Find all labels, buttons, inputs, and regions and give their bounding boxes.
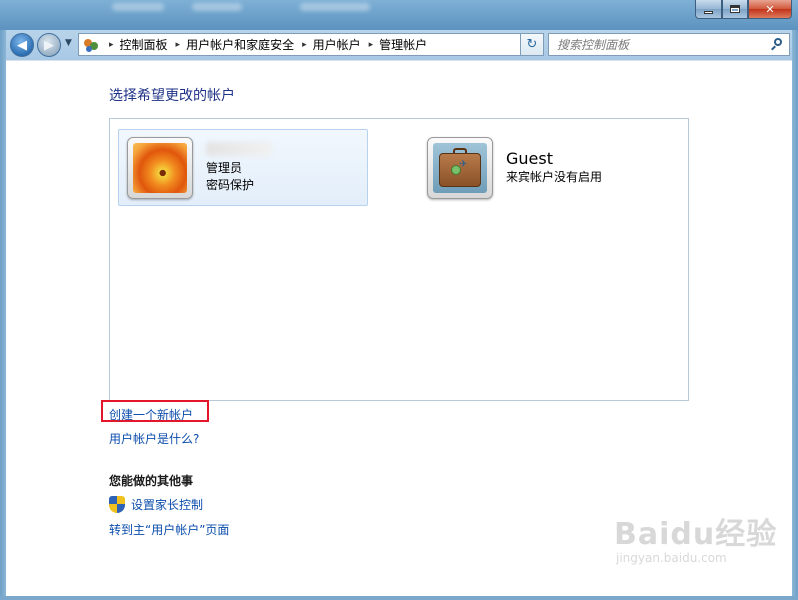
uac-shield-icon <box>109 496 125 513</box>
flower-avatar-icon <box>133 142 187 193</box>
user-accounts-icon <box>83 37 101 53</box>
back-arrow-icon: ◀ <box>17 37 27 53</box>
other-tasks-heading: 您能做的其他事 <box>109 474 194 488</box>
watermark: Baidu经验 jingyan.baidu.com <box>614 509 777 565</box>
forward-button[interactable]: ▶ <box>37 33 61 57</box>
avatar <box>127 136 193 199</box>
page-heading: 选择希望更改的帐户 <box>109 88 235 104</box>
title-blur <box>192 3 242 11</box>
refresh-icon: ↻ <box>526 37 538 52</box>
window-frame-bottom <box>0 596 798 600</box>
breadcrumb-control-panel[interactable]: 控制面板 <box>120 36 168 53</box>
account-name-redacted <box>206 141 272 156</box>
search-input[interactable] <box>557 37 757 52</box>
account-status: 来宾帐户没有启用 <box>506 170 603 184</box>
search-box[interactable] <box>548 33 790 56</box>
accounts-panel: 管理员 密码保护 ✈ Guest 来宾帐户没有启用 <box>109 118 689 401</box>
breadcrumb-user-accounts[interactable]: 用户帐户 <box>313 36 361 53</box>
avatar: ✈ <box>427 136 493 199</box>
main-content: 选择希望更改的帐户 管理员 密码保护 ✈ Guest 来宾帐户没有启用 创建一个… <box>6 60 792 596</box>
maximize-button[interactable] <box>722 0 748 19</box>
title-blur <box>300 3 370 11</box>
breadcrumb-manage-accounts[interactable]: 管理帐户 <box>379 36 427 53</box>
recent-pages-dropdown[interactable]: ▼ <box>65 38 72 48</box>
window-frame-right <box>792 30 798 600</box>
parental-controls-link[interactable]: 设置家长控制 <box>131 496 203 513</box>
account-status: 密码保护 <box>206 177 255 192</box>
search-icon[interactable] <box>771 38 783 51</box>
close-icon: ✕ <box>765 2 775 16</box>
account-tile-guest[interactable]: ✈ Guest 来宾帐户没有启用 <box>419 129 669 206</box>
account-role: 管理员 <box>206 160 243 175</box>
title-blur <box>112 3 164 11</box>
minimize-icon <box>704 10 713 14</box>
minimize-button[interactable] <box>695 0 722 19</box>
breadcrumb-separator[interactable]: ▸ <box>302 40 307 50</box>
create-account-link[interactable]: 创建一个新帐户 <box>109 406 193 423</box>
maximize-icon <box>730 5 740 13</box>
navigation-bar: ◀ ▶ ▼ ▸ 控制面板 ▸ 用户帐户和家庭安全 ▸ 用户帐户 ▸ 管理帐户 ▼… <box>6 30 792 60</box>
parental-controls-task[interactable]: 设置家长控制 <box>109 496 203 513</box>
watermark-logo: Baidu经验 <box>614 517 778 552</box>
window-controls: ✕ <box>695 0 792 19</box>
breadcrumb-separator[interactable]: ▸ <box>109 40 114 50</box>
account-tile-admin[interactable]: 管理员 密码保护 <box>118 129 368 206</box>
title-bar: ✕ <box>0 0 798 30</box>
address-bar[interactable]: ▸ 控制面板 ▸ 用户帐户和家庭安全 ▸ 用户帐户 ▸ 管理帐户 ▼ <box>78 33 544 56</box>
suitcase-avatar-icon: ✈ <box>433 142 487 193</box>
breadcrumb-separator[interactable]: ▸ <box>369 40 374 50</box>
refresh-button[interactable]: ↻ <box>520 33 544 56</box>
back-button[interactable]: ◀ <box>10 33 34 57</box>
breadcrumb-user-accounts-family-safety[interactable]: 用户帐户和家庭安全 <box>186 36 294 53</box>
breadcrumb-separator[interactable]: ▸ <box>176 40 181 50</box>
what-is-user-account-link[interactable]: 用户帐户是什么? <box>109 430 199 447</box>
watermark-url: jingyan.baidu.com <box>616 551 727 565</box>
close-button[interactable]: ✕ <box>748 0 792 19</box>
account-name: Guest <box>506 149 553 168</box>
goto-user-accounts-link[interactable]: 转到主“用户帐户”页面 <box>109 521 229 538</box>
forward-arrow-icon: ▶ <box>44 37 54 53</box>
